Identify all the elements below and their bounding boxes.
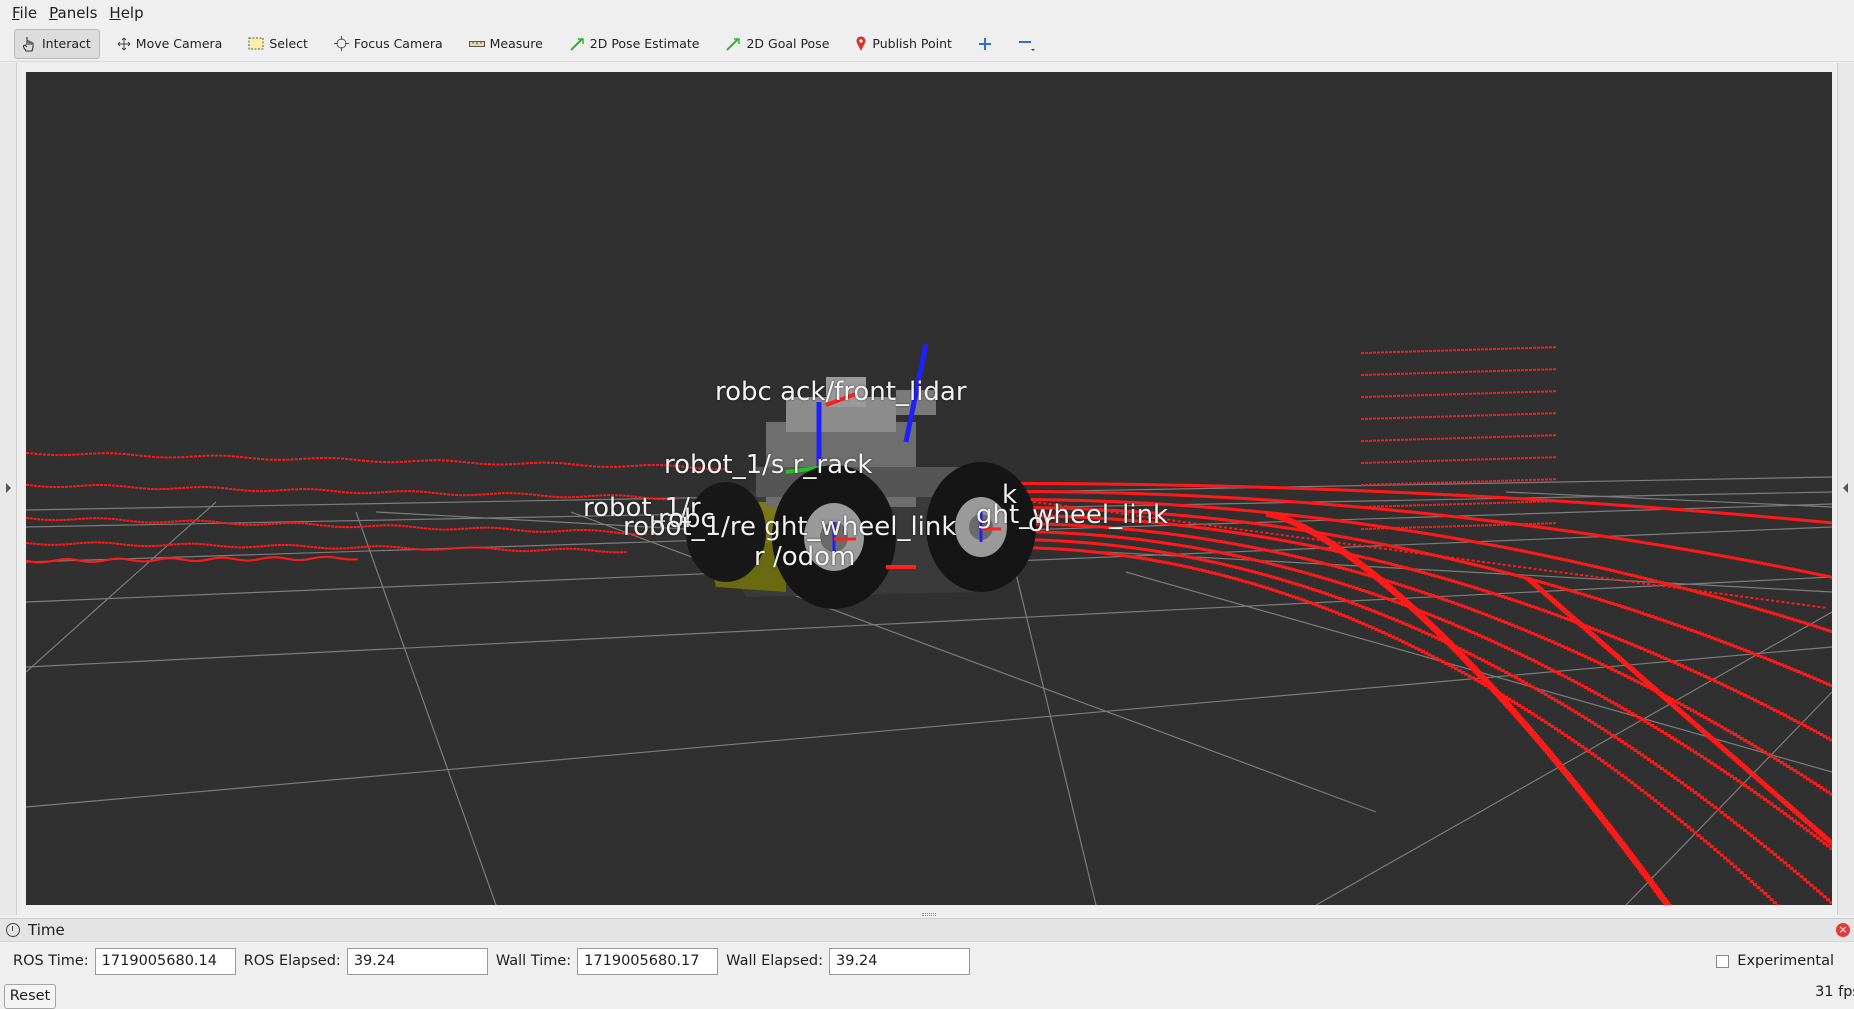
tf-label-sensor-rack: robot_1/s r_rack	[664, 450, 873, 480]
tf-label-rear-right-wheel: robot_1/re ght_wheel_link	[623, 512, 957, 542]
right-dock-handle[interactable]	[1837, 63, 1854, 915]
wall-elapsed-field[interactable]: 39.24	[828, 947, 970, 975]
fps-counter: 31 fps	[1815, 984, 1854, 1000]
experimental-toggle[interactable]: Experimental	[1716, 953, 1834, 969]
menu-help[interactable]: Help	[103, 0, 149, 26]
remove-tool-button[interactable]	[1009, 29, 1045, 59]
time-panel-title: Time	[28, 921, 65, 939]
tool-toolbar: Interact Move Camera Select Focus Camera…	[0, 26, 1854, 62]
tf-label-odom: r /odom	[754, 542, 856, 572]
tf-label-front-right-wheel: ght_wheel_link	[976, 500, 1169, 530]
experimental-label: Experimental	[1737, 953, 1834, 969]
green-arrow-icon	[570, 37, 584, 51]
ros-time-field[interactable]: 1719005680.14	[94, 947, 236, 975]
expand-left-arrow-icon	[6, 483, 11, 493]
menu-help-mnemonic: H	[109, 4, 121, 22]
tf-label-front-lidar: robc ack/front_lidar	[715, 377, 967, 407]
focus-crosshair-icon	[333, 36, 349, 51]
close-icon[interactable]: ×	[1836, 923, 1850, 937]
expand-right-arrow-icon	[1843, 483, 1848, 493]
clock-icon	[6, 923, 20, 937]
wall-time-field[interactable]: 1719005680.17	[577, 947, 719, 975]
wall-elapsed-label: Wall Elapsed:	[726, 953, 823, 969]
plus-icon	[978, 37, 991, 50]
menu-panels-rest: anels	[57, 4, 98, 22]
publish-point-label: Publish Point	[872, 36, 952, 51]
focus-camera-label: Focus Camera	[353, 36, 443, 51]
menu-help-rest: elp	[120, 4, 144, 22]
select-tool-button[interactable]: Select	[239, 29, 317, 59]
left-dock-handle[interactable]	[0, 63, 17, 915]
ros-elapsed-field[interactable]: 39.24	[346, 947, 488, 975]
publish-point-tool-button[interactable]: Publish Point	[846, 29, 961, 59]
goal-pose-label: 2D Goal Pose	[746, 36, 830, 51]
time-panel-header: Time ×	[0, 918, 1854, 942]
move-arrows-icon	[117, 37, 131, 50]
ros-time-label: ROS Time:	[13, 953, 89, 969]
interact-tool-button[interactable]: Interact	[14, 28, 100, 59]
laser-scan-points	[26, 346, 1832, 905]
pose-estimate-label: 2D Pose Estimate	[589, 36, 700, 51]
select-box-icon	[248, 37, 264, 50]
ros-elapsed-label: ROS Elapsed:	[243, 953, 341, 969]
move-camera-label: Move Camera	[135, 36, 223, 51]
ruler-icon	[468, 40, 485, 47]
reset-button[interactable]: Reset	[4, 984, 56, 1009]
menu-panels-mnemonic: P	[49, 4, 58, 22]
add-tool-button[interactable]	[969, 29, 1001, 59]
map-pin-icon	[856, 35, 866, 51]
menubar: File Panels Help	[0, 0, 1854, 26]
measure-label: Measure	[489, 36, 543, 51]
interact-label: Interact	[42, 36, 91, 51]
menu-file-mnemonic: F	[12, 4, 20, 22]
minus-dropdown-icon	[1018, 40, 1035, 51]
move-camera-tool-button[interactable]: Move Camera	[108, 29, 232, 59]
goal-pose-tool-button[interactable]: 2D Goal Pose	[716, 29, 838, 59]
menu-panels[interactable]: Panels	[43, 0, 103, 26]
focus-camera-tool-button[interactable]: Focus Camera	[325, 29, 452, 59]
tf-label-base: or	[1028, 508, 1055, 538]
time-panel-fields: ROS Time: 1719005680.14 ROS Elapsed: 39.…	[0, 945, 1854, 977]
hand-pointer-icon	[23, 36, 34, 52]
splitter-grip-icon	[922, 913, 936, 916]
scene-canvas	[26, 343, 1832, 905]
experimental-checkbox[interactable]	[1716, 954, 1730, 968]
menu-file[interactable]: File	[6, 0, 43, 26]
green-arrow-icon	[726, 37, 741, 51]
measure-tool-button[interactable]: Measure	[460, 29, 552, 59]
menu-file-rest: ile	[19, 4, 38, 22]
wall-time-label: Wall Time:	[495, 953, 572, 969]
pose-estimate-tool-button[interactable]: 2D Pose Estimate	[560, 29, 709, 59]
render-viewport[interactable]: robc ack/front_lidar robot_1/s r_rack ro…	[26, 72, 1832, 905]
select-label: Select	[269, 36, 308, 51]
